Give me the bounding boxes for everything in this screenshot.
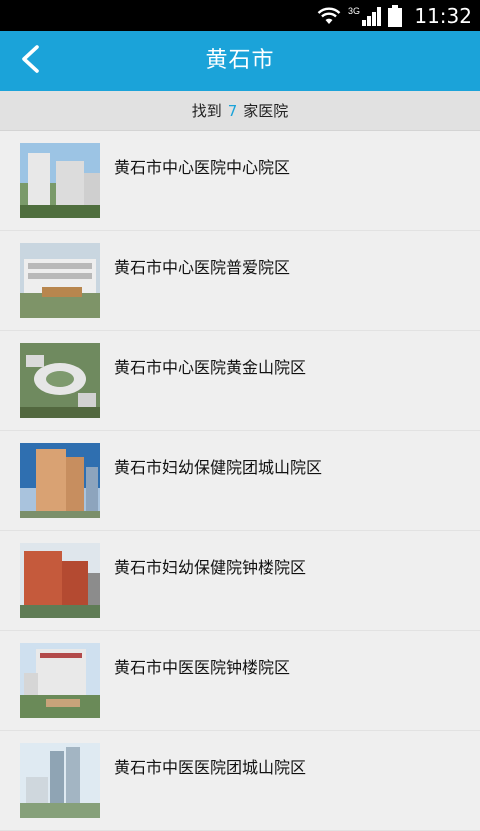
results-summary: 找到 7 家医院 — [0, 91, 480, 131]
hospital-photo — [20, 643, 100, 718]
wifi-icon — [316, 6, 342, 26]
status-time: 11:32 — [414, 3, 472, 28]
hospital-name: 黄石市妇幼保健院钟楼院区 — [114, 558, 307, 577]
hospital-photo — [20, 343, 100, 418]
back-button[interactable] — [6, 37, 54, 85]
hospital-list-item[interactable]: 黄石市中心医院中心院区 — [0, 131, 480, 231]
battery-icon — [388, 4, 403, 27]
app-header: 黄石市 — [0, 31, 480, 91]
hospital-list-item[interactable]: 黄石市中心医院普爱院区 — [0, 231, 480, 331]
summary-suffix: 家医院 — [243, 102, 289, 120]
chevron-left-icon — [18, 44, 42, 78]
status-bar: 3G 11:32 — [0, 0, 480, 31]
signal-icon: 3G — [348, 5, 382, 27]
hospital-name: 黄石市中心医院普爱院区 — [114, 258, 291, 277]
hospital-list-item[interactable]: 黄石市妇幼保健院钟楼院区 — [0, 531, 480, 631]
hospital-name: 黄石市中心医院黄金山院区 — [114, 358, 307, 377]
hospital-list-item[interactable]: 黄石市中医医院团城山院区 — [0, 731, 480, 831]
hospital-name: 黄石市中医医院团城山院区 — [114, 758, 307, 777]
hospital-name: 黄石市妇幼保健院团城山院区 — [114, 458, 323, 477]
page-title: 黄石市 — [205, 48, 275, 73]
summary-prefix: 找到 — [191, 102, 222, 120]
hospital-photo — [20, 243, 100, 318]
hospital-photo — [20, 543, 100, 618]
hospital-photo — [20, 743, 100, 818]
hospital-list-item[interactable]: 黄石市中心医院黄金山院区 — [0, 331, 480, 431]
hospital-list-item[interactable]: 黄石市中医医院钟楼院区 — [0, 631, 480, 731]
results-count: 7 — [227, 102, 238, 120]
hospital-photo — [20, 443, 100, 518]
hospital-photo — [20, 143, 100, 218]
network-type-label: 3G — [348, 6, 360, 16]
hospital-name: 黄石市中医医院钟楼院区 — [114, 658, 291, 677]
status-icons: 3G 11:32 — [316, 0, 472, 31]
hospital-list: 黄石市中心医院中心院区 黄石市中心医院普爱院区 黄石市中心医院黄金山院区 黄石市… — [0, 131, 480, 831]
hospital-list-item[interactable]: 黄石市妇幼保健院团城山院区 — [0, 431, 480, 531]
hospital-name: 黄石市中心医院中心院区 — [114, 158, 291, 177]
